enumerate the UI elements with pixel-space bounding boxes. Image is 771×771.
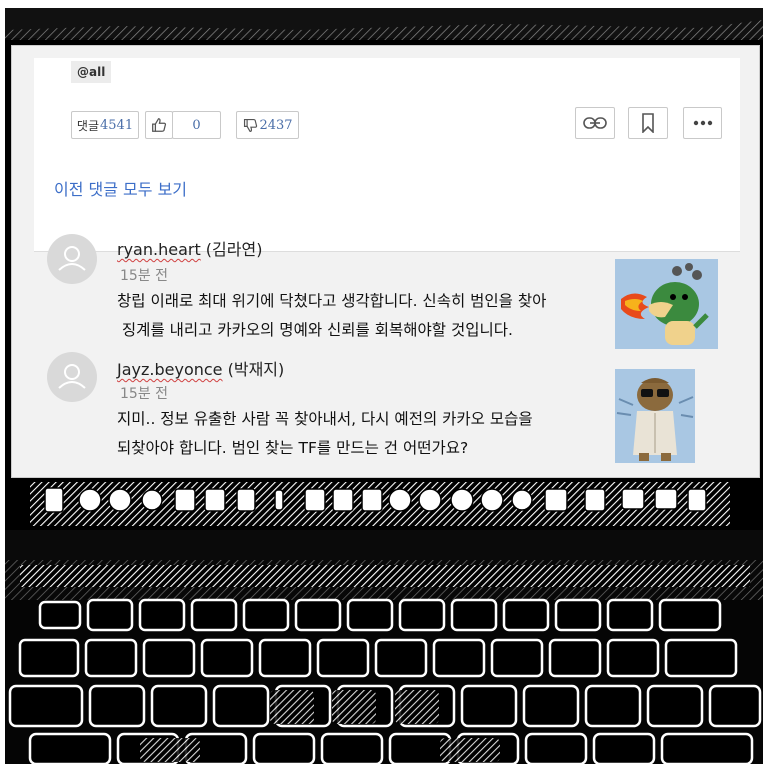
comment-realname: (김라연) [200, 240, 263, 259]
view-previous-comments-link[interactable]: 이전 댓글 모두 보기 [54, 176, 187, 200]
comment-realname: (박재지) [222, 360, 285, 379]
emoticon-sticker [615, 259, 718, 349]
thumbs-up-icon [152, 118, 167, 132]
comment-username: Jayz.beyonce [117, 360, 223, 379]
comment-text: 지미.. 정보 유출한 사람 꼭 찾아내서, 다시 예전의 카카오 모습을 되찾… [117, 410, 533, 457]
post-footer-card: @all 댓글 4541 0 2437 이전 댓글 모두 보기 [34, 58, 740, 251]
comment-timestamp: 15분 전 [120, 268, 169, 284]
default-user-icon [58, 364, 86, 389]
comment-panel: @all 댓글 4541 0 2437 이전 댓글 모두 보기 ryan.hea… [11, 45, 760, 478]
comment-author[interactable]: Jayz.beyonce (박재지) [117, 356, 284, 380]
avatar[interactable] [47, 234, 97, 284]
default-user-icon [58, 246, 86, 271]
comment-label: 댓글 [76, 118, 99, 133]
comment-username: ryan.heart [117, 240, 201, 259]
avatar[interactable] [47, 352, 97, 402]
sunglasses-character-sticker [615, 369, 695, 463]
copy-link-button[interactable] [575, 107, 615, 139]
bookmark-button[interactable] [628, 107, 668, 139]
dislike-count: 2437 [259, 117, 293, 133]
mention-tag[interactable]: @all [71, 61, 112, 83]
like-count: 0 [172, 111, 221, 139]
thumbs-down-icon [244, 118, 258, 132]
comment-author[interactable]: ryan.heart (김라연) [117, 236, 262, 260]
more-icon [693, 120, 712, 126]
comment-count-button[interactable]: 댓글 4541 [71, 111, 139, 139]
more-options-button[interactable] [683, 107, 722, 139]
dislike-button[interactable]: 2437 [236, 111, 299, 139]
emoticon-sticker [615, 369, 695, 463]
comment-timestamp: 15분 전 [120, 386, 169, 402]
fire-breathing-character-sticker [615, 259, 718, 349]
link-icon [583, 117, 607, 129]
comment-count: 4541 [100, 117, 134, 133]
comment-text: 창립 이래로 최대 위기에 닥쳤다고 생각합니다. 신속히 범인을 찾아 징계를… [117, 292, 547, 339]
like-button[interactable] [145, 111, 173, 139]
bookmark-icon [642, 113, 654, 133]
